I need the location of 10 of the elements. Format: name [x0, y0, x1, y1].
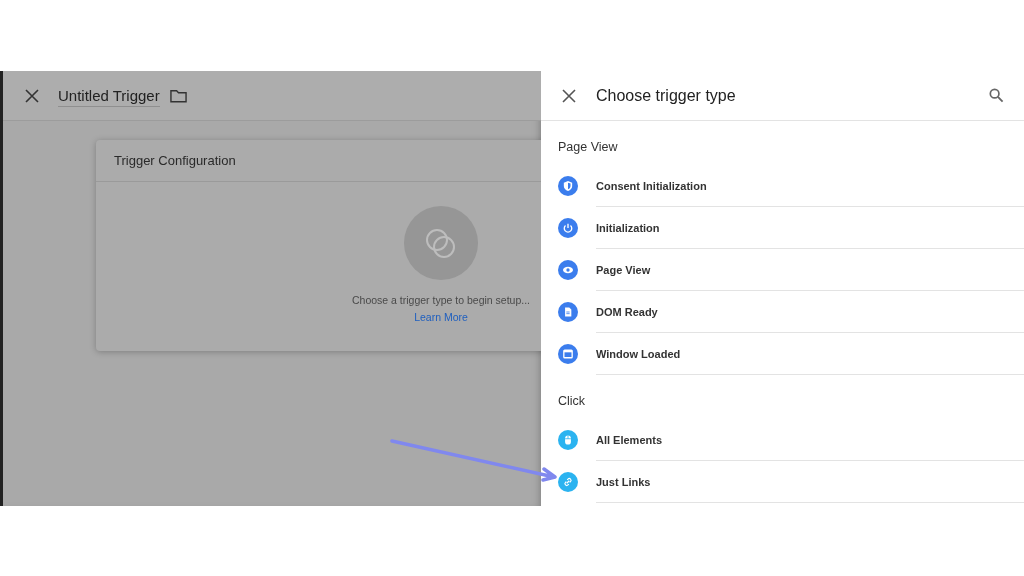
search-icon[interactable]	[989, 88, 1004, 103]
setup-hint: Choose a trigger type to begin setup...	[352, 294, 530, 306]
section-heading: Click	[558, 394, 587, 410]
panel-title: Choose trigger type	[596, 86, 737, 105]
close-icon[interactable]	[562, 88, 576, 103]
trigger-name-field[interactable]: Untitled Trigger	[58, 86, 160, 107]
card-title: Trigger Configuration	[114, 153, 236, 168]
section-heading: Page View	[558, 140, 619, 156]
close-icon[interactable]	[25, 88, 39, 103]
folder-icon[interactable]	[169, 88, 187, 103]
